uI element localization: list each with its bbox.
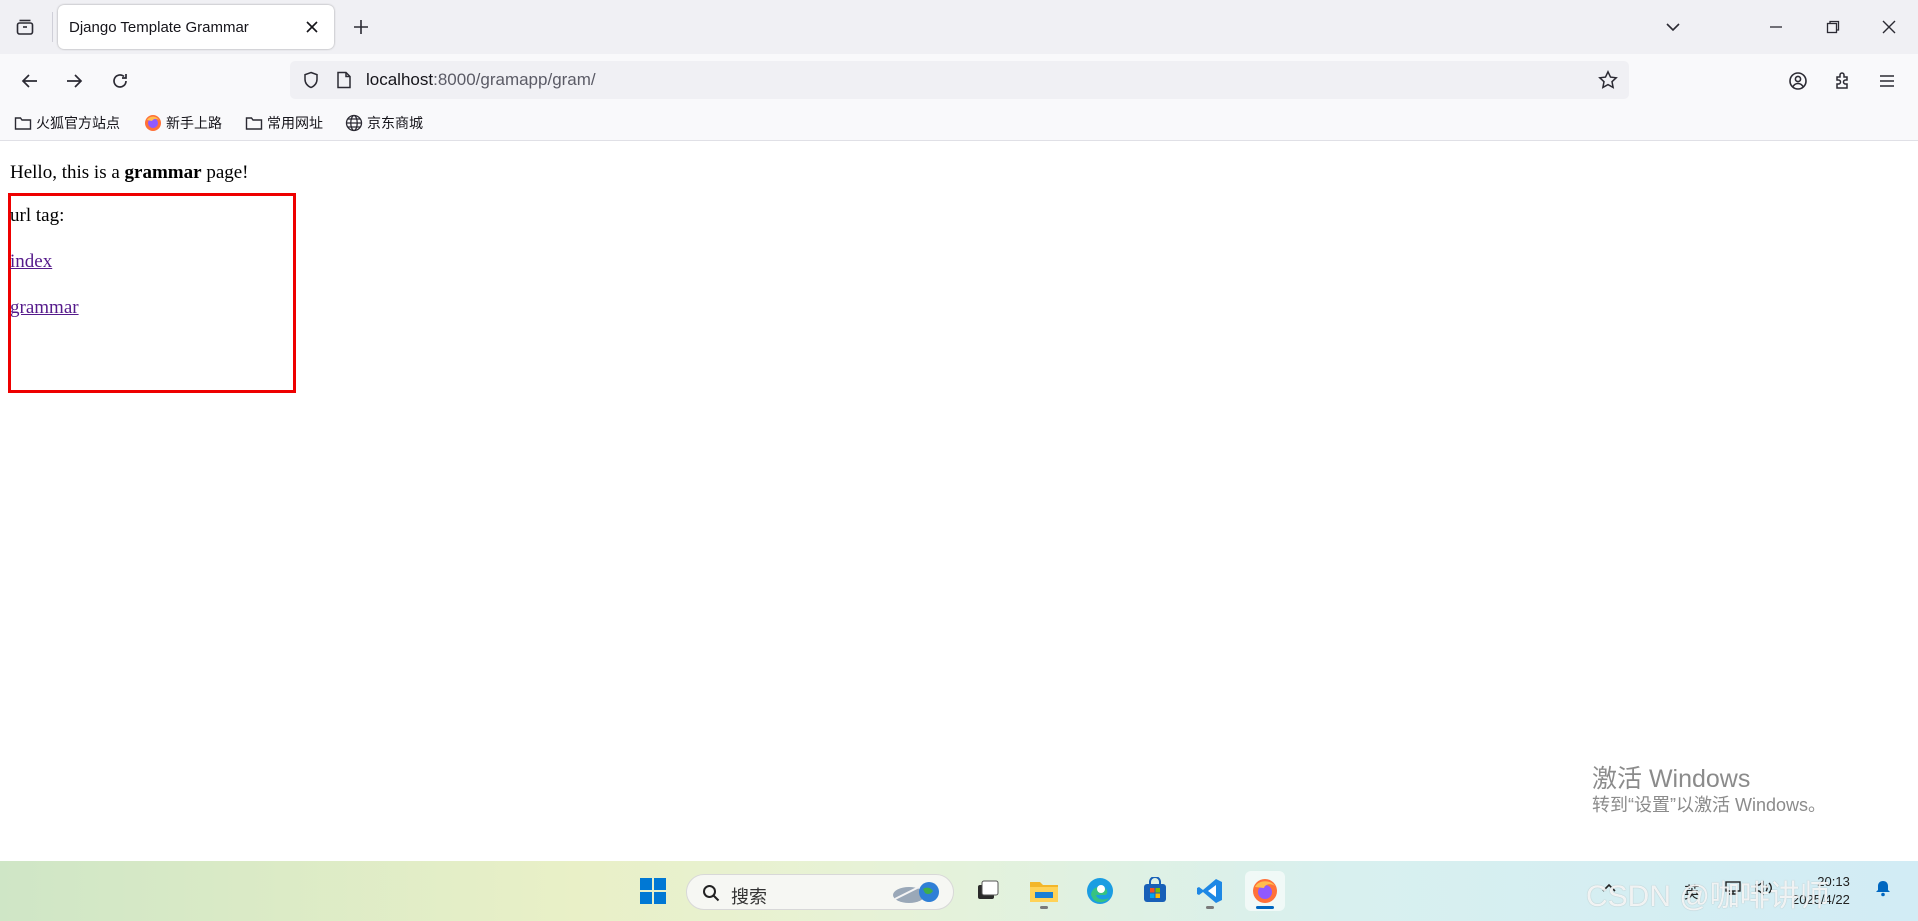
hello-suffix: page!	[201, 162, 249, 183]
url-path: :8000/gramapp/gram/	[433, 70, 596, 89]
running-indicator	[1206, 906, 1214, 909]
tab-list-icon[interactable]	[10, 13, 40, 41]
reload-button[interactable]	[105, 66, 135, 96]
grammar-link[interactable]: grammar	[10, 297, 79, 319]
navigation-toolbar: localhost:8000/gramapp/gram/	[0, 54, 1918, 106]
firefox-taskbar-icon[interactable]	[1245, 871, 1285, 911]
bookmark-label: 常用网址	[267, 115, 323, 131]
bookmarks-toolbar: 火狐官方站点 新手上路 常用网址 京东商城	[0, 106, 1918, 141]
restore-button[interactable]	[1818, 12, 1848, 42]
hello-text: Hello, this is a grammar page!	[10, 162, 249, 184]
account-icon[interactable]	[1783, 66, 1813, 96]
extensions-icon[interactable]	[1828, 66, 1858, 96]
search-placeholder: 搜索	[731, 887, 767, 907]
tab-title: Django Template Grammar	[69, 18, 249, 36]
folder-icon	[14, 114, 32, 132]
page-icon[interactable]	[333, 69, 355, 91]
search-icon	[701, 883, 721, 903]
search-highlight-image-icon	[893, 882, 939, 903]
folder-icon	[245, 114, 263, 132]
running-indicator	[1040, 906, 1048, 909]
close-window-button[interactable]	[1874, 12, 1904, 42]
taskbar-search[interactable]: 搜索	[686, 874, 954, 910]
task-view-icon[interactable]	[968, 871, 1008, 911]
hello-prefix: Hello, this is a	[10, 162, 125, 183]
url-tag-label: url tag:	[10, 205, 65, 226]
notification-bell-icon[interactable]	[1874, 879, 1892, 902]
forward-button[interactable]	[59, 66, 89, 96]
bookmark-label: 新手上路	[166, 115, 222, 131]
shield-icon[interactable]	[300, 69, 322, 91]
tab-active[interactable]: Django Template Grammar	[58, 5, 334, 49]
url-text[interactable]: localhost:8000/gramapp/gram/	[366, 70, 596, 90]
new-tab-button[interactable]	[348, 14, 374, 40]
taskbar: 搜索 英 20:13 2025/4/22 CSDN @咖啡讲师	[0, 861, 1918, 921]
windows-activation-watermark: 激活 Windows 转到“设置”以激活 Windows。	[1592, 764, 1826, 816]
minimize-button[interactable]	[1761, 12, 1791, 42]
microsoft-store-icon[interactable]	[1135, 871, 1175, 911]
star-icon[interactable]	[1597, 69, 1619, 91]
globe-icon	[345, 114, 363, 132]
firefox-icon	[144, 114, 162, 132]
file-explorer-icon[interactable]	[1024, 871, 1064, 911]
csdn-watermark: CSDN @咖啡讲师	[1586, 880, 1830, 913]
bookmark-item[interactable]: 常用网址	[245, 112, 323, 134]
tab-separator	[52, 12, 53, 42]
hello-bold-word: grammar	[124, 162, 202, 183]
index-link[interactable]: index	[10, 251, 52, 273]
bookmark-label: 京东商城	[367, 115, 423, 131]
bookmark-item[interactable]: 新手上路	[144, 112, 222, 134]
page-content: Hello, this is a grammar page! url tag: …	[0, 141, 1918, 861]
url-host: localhost	[366, 70, 434, 89]
tab-bar: Django Template Grammar	[0, 0, 1918, 54]
activation-subtitle: 转到“设置”以激活 Windows。	[1592, 795, 1827, 815]
activation-title: 激活 Windows	[1592, 765, 1751, 793]
address-bar[interactable]: localhost:8000/gramapp/gram/	[290, 61, 1629, 99]
close-icon[interactable]	[300, 15, 324, 39]
vscode-icon[interactable]	[1190, 871, 1230, 911]
bookmark-label: 火狐官方站点	[36, 115, 120, 131]
active-indicator	[1256, 906, 1274, 909]
windows-start-icon[interactable]	[633, 871, 673, 911]
bookmark-item[interactable]: 京东商城	[345, 112, 423, 134]
back-button[interactable]	[15, 66, 45, 96]
bookmark-item[interactable]: 火狐官方站点	[14, 112, 120, 134]
edge-icon[interactable]	[1080, 871, 1120, 911]
menu-icon[interactable]	[1872, 66, 1902, 96]
chevron-down-icon[interactable]	[1658, 12, 1688, 42]
